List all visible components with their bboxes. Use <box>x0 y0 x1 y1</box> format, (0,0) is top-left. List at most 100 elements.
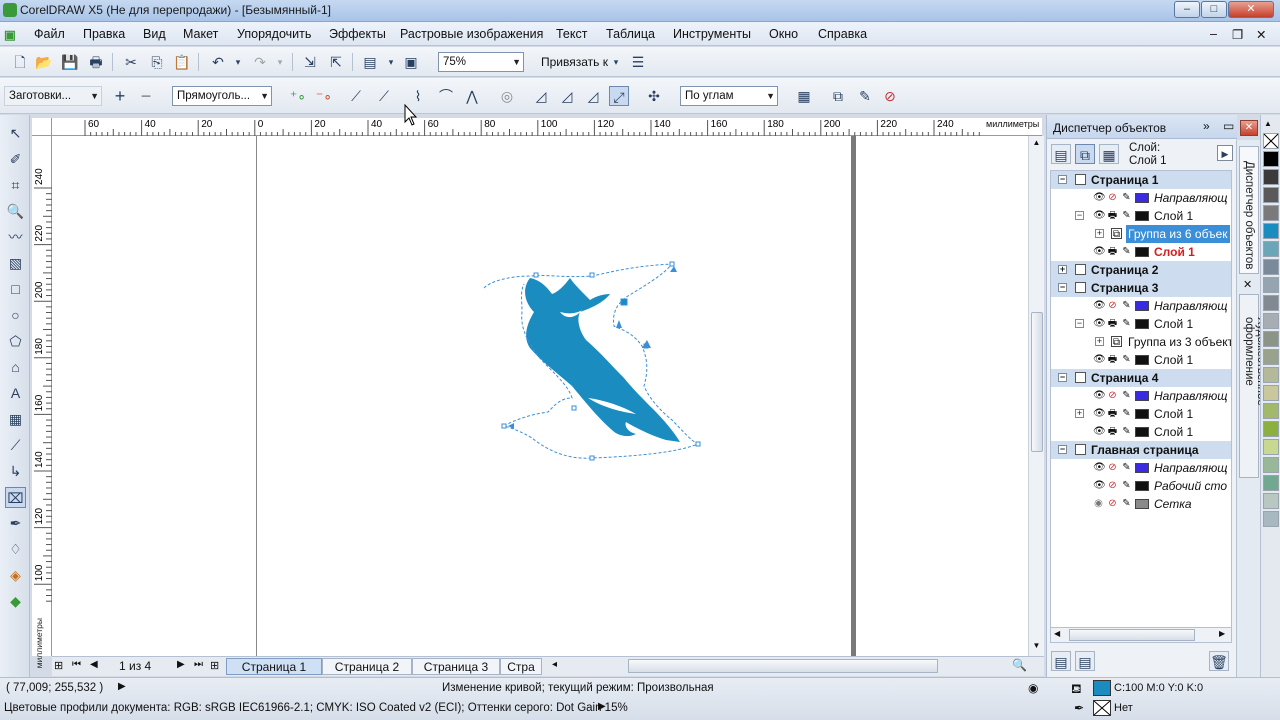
printer-icon[interactable]: 🖶 <box>1107 426 1118 437</box>
printer-icon[interactable]: 🖶 <box>1107 210 1118 221</box>
freehand-tool-icon[interactable]: 〰 <box>5 227 26 248</box>
dimension-tool-icon[interactable]: ⟋ <box>5 435 26 456</box>
outline-none-swatch[interactable] <box>1093 700 1111 716</box>
docker-scroll-thumb[interactable] <box>1069 629 1195 641</box>
expand-toggle-icon[interactable]: + <box>1095 337 1104 346</box>
tree-row[interactable]: + ⧉ Группа из 6 объек <box>1051 225 1231 243</box>
pencil-icon[interactable]: ✎ <box>1121 300 1132 311</box>
menu-arrange[interactable]: Упорядочить <box>237 27 311 41</box>
pencil-icon[interactable]: ✎ <box>1121 390 1132 401</box>
palette-swatch[interactable] <box>1263 259 1279 275</box>
palette-swatch[interactable] <box>1263 439 1279 455</box>
zoom-tool-icon[interactable]: 🔍 <box>5 201 26 222</box>
cat-shape[interactable] <box>525 278 680 442</box>
tree-row[interactable]: 👁 🖶 ✎ Слой 1 <box>1051 423 1231 441</box>
add-page-after-icon[interactable]: ⊞ <box>210 659 219 672</box>
eye-icon[interactable]: 👁 <box>1093 408 1106 419</box>
horizontal-ruler[interactable]: 60 40 20 0 20 40 60 80 100 120 140 160 180 200 220 240 … <box>52 118 1042 136</box>
delete-node-icon[interactable]: ⁻∘ <box>314 86 334 106</box>
cut-icon[interactable]: ✂ <box>121 52 141 72</box>
menu-edit[interactable]: Правка <box>83 27 125 41</box>
menu-file[interactable]: Файл <box>34 27 65 41</box>
pick-tool-icon[interactable]: ↖ <box>5 123 26 144</box>
node-mode-dropdown[interactable]: По углам ▼ <box>680 86 778 106</box>
palette-swatch[interactable] <box>1263 313 1279 329</box>
pencil-icon[interactable]: ✎ <box>1121 354 1132 365</box>
no-symbol-icon[interactable]: ⊘ <box>880 86 900 106</box>
printer-icon[interactable]: 🖶 <box>1107 318 1118 329</box>
pencil-icon[interactable]: ✎ <box>1121 192 1132 203</box>
menu-view[interactable]: Вид <box>143 27 166 41</box>
ellipse-tool-icon[interactable]: ○ <box>5 305 26 326</box>
table-tool-icon[interactable]: ▦ <box>5 409 26 430</box>
tree-row[interactable]: − 👁 🖶 ✎ Слой 1 <box>1051 315 1231 333</box>
tree-page-row[interactable]: − Страница 3 <box>1051 279 1231 297</box>
next-page-icon[interactable]: ▶ <box>177 659 185 670</box>
scroll-tabs-left-icon[interactable]: ◂ <box>552 659 557 670</box>
add-page-before-icon[interactable]: ⊞ <box>54 659 63 672</box>
extract-subpath-icon[interactable]: ◿ <box>583 86 603 106</box>
redo-dropdown-icon[interactable]: ▾ <box>270 52 290 72</box>
menu-table[interactable]: Таблица <box>606 27 655 41</box>
eye-icon[interactable]: 👁 <box>1093 390 1106 401</box>
palette-swatch[interactable] <box>1263 367 1279 383</box>
eye-icon[interactable]: 👁 <box>1093 246 1106 257</box>
delete-icon[interactable]: 🗑 <box>1209 651 1229 671</box>
to-line-icon[interactable]: ⌇ <box>408 86 428 106</box>
wrap-icon[interactable]: ⧉ <box>828 86 848 106</box>
artistic-media-side-tab[interactable]: Художественное оформление <box>1239 294 1267 478</box>
show-object-properties-icon[interactable]: ▤ <box>1051 144 1071 164</box>
expand-toggle-icon[interactable]: + <box>1058 265 1067 274</box>
pencil-icon[interactable]: ✎ <box>1121 498 1132 509</box>
eye-icon[interactable]: 👁 <box>1093 192 1106 203</box>
pencil-icon[interactable]: ✎ <box>1121 210 1132 221</box>
text-tool-icon[interactable]: A <box>5 383 26 404</box>
export-icon[interactable]: ⇱ <box>326 52 346 72</box>
printer-icon[interactable]: 🖶 <box>1107 408 1118 419</box>
presets-dropdown[interactable]: Заготовки... ▼ <box>4 86 102 106</box>
palette-swatch[interactable] <box>1263 187 1279 203</box>
docker-expand-icon[interactable]: » <box>1203 119 1210 133</box>
pencil-icon[interactable]: ✎ <box>1121 462 1132 473</box>
palette-swatch[interactable] <box>1263 151 1279 167</box>
interactive-fill-tool-icon[interactable]: ◆ <box>5 591 26 612</box>
expand-toggle-icon[interactable]: + <box>1095 229 1104 238</box>
page-tab-4[interactable]: Стра <box>500 658 542 675</box>
fill-tool-icon[interactable]: ◈ <box>5 565 26 586</box>
scroll-up-icon[interactable]: ▲ <box>1030 138 1043 147</box>
palette-swatch[interactable] <box>1263 223 1279 239</box>
tree-page-row[interactable]: − Главная страница <box>1051 441 1231 459</box>
new-master-layer-icon[interactable]: ▤ <box>1075 651 1095 671</box>
reverse-direction-icon[interactable]: ◿ <box>531 86 551 106</box>
mdi-close-icon[interactable]: ✕ <box>1256 27 1266 42</box>
profiles-expand-icon[interactable]: ▶ <box>598 701 606 712</box>
pencil-icon[interactable]: ✎ <box>1121 426 1132 437</box>
scroll-left-icon[interactable]: ◀ <box>1054 629 1060 638</box>
eye-icon[interactable]: 👁 <box>1093 354 1106 365</box>
tree-page-row[interactable]: + Страница 2 <box>1051 261 1231 279</box>
pencil-icon[interactable]: ✎ <box>1121 408 1132 419</box>
tree-page-row[interactable]: − Страница 1 <box>1051 171 1231 189</box>
tree-row[interactable]: 👁 ⊘ ✎ Направляющ <box>1051 387 1231 405</box>
eye-icon[interactable]: 👁 <box>1093 480 1106 491</box>
page-tab-1[interactable]: Страница 1 <box>226 658 322 675</box>
printer-icon[interactable]: ⊘ <box>1107 300 1118 311</box>
palette-swatch[interactable] <box>1263 457 1279 473</box>
pencil-icon[interactable]: ✎ <box>1121 318 1132 329</box>
tree-row[interactable]: 👁 🖶 ✎ Слой 1 <box>1051 243 1231 261</box>
snap-to-button[interactable]: Привязать к <box>541 55 608 69</box>
crop-tool-icon[interactable]: ⌗ <box>5 175 26 196</box>
tree-row[interactable]: − 👁 🖶 ✎ Слой 1 <box>1051 207 1231 225</box>
horizontal-scroll-thumb[interactable] <box>628 659 938 673</box>
palette-swatch[interactable] <box>1263 475 1279 491</box>
tree-row[interactable]: 👁 ⊘ ✎ Направляющ <box>1051 297 1231 315</box>
add-node-icon[interactable]: ⁺∘ <box>288 86 308 106</box>
maximize-button[interactable]: □ <box>1201 1 1227 18</box>
page-tab-2[interactable]: Страница 2 <box>322 658 412 675</box>
undo-icon[interactable]: ↶ <box>208 52 228 72</box>
paste-icon[interactable]: 📋 <box>172 52 192 72</box>
edit-across-layers-icon[interactable]: ⧉ <box>1075 144 1095 164</box>
mdi-minimize-icon[interactable]: – <box>1210 27 1217 41</box>
palette-swatch[interactable] <box>1263 493 1279 509</box>
menu-window[interactable]: Окно <box>769 27 798 41</box>
